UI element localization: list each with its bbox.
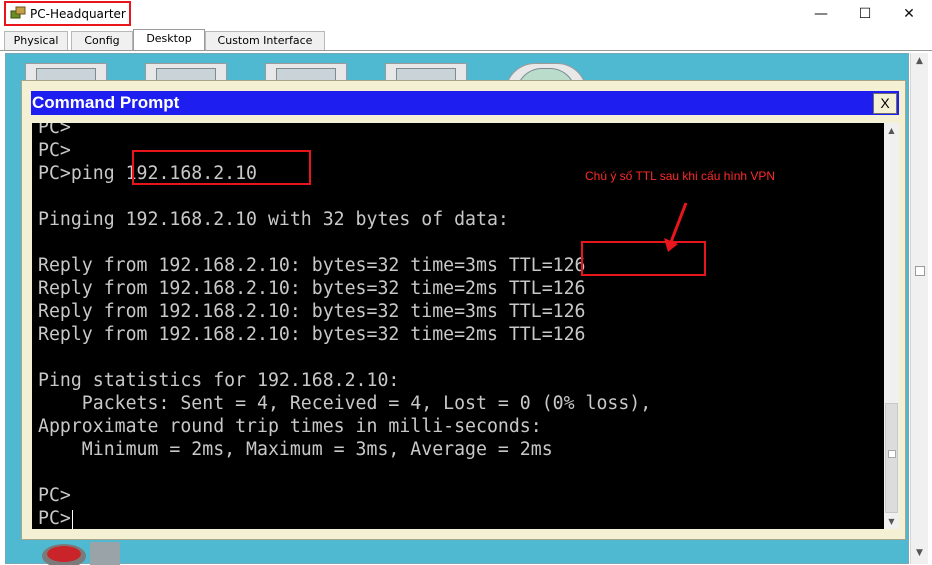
maximize-button[interactable]: ☐: [842, 0, 888, 28]
terminal-line: PC>: [38, 508, 73, 529]
terminal-line: PC>: [38, 140, 71, 161]
tab-desktop[interactable]: Desktop: [133, 29, 205, 51]
terminal-lines: PC> PC> PC>ping 192.168.2.10 Pinging 192.16…: [38, 123, 651, 529]
command-prompt-title: Command Prompt: [32, 93, 180, 112]
scrollbar-thumb[interactable]: [915, 266, 925, 276]
minimize-button[interactable]: —: [798, 0, 844, 28]
window-title-bar: PC-Headquarter — ☐ ✕: [0, 0, 932, 28]
terminal-line: Reply from 192.168.2.10: bytes=32 time=2…: [38, 324, 586, 345]
chevron-up-icon[interactable]: ▲: [911, 53, 928, 70]
terminal-line: Minimum = 2ms, Maximum = 3ms, Average = …: [38, 439, 553, 460]
chevron-up-icon[interactable]: ▲: [884, 123, 899, 138]
terminal-line: Ping statistics for 192.168.2.10:: [38, 370, 400, 391]
command-prompt-title-bar: Command Prompt: [31, 91, 899, 115]
terminal-line: Reply from 192.168.2.10: bytes=32 time=2…: [38, 278, 586, 299]
terminal-scrollbar[interactable]: ▲ ▼: [884, 123, 899, 529]
terminal-line: Approximate round trip times in milli-se…: [38, 416, 542, 437]
minimize-icon: —: [814, 6, 828, 22]
command-prompt-window: Command Prompt X PC> PC> PC>ping 192.168.2…: [21, 80, 906, 540]
command-prompt-close-button[interactable]: X: [873, 93, 897, 114]
title-highlight-box: [4, 1, 131, 26]
close-icon: ✕: [903, 6, 915, 22]
tab-divider: [0, 50, 932, 51]
desktop-scrollbar[interactable]: ▲ ▼: [910, 53, 928, 564]
ip-highlight-box: [132, 150, 311, 185]
terminal-line: PC>: [38, 123, 71, 138]
annotation-note: Chú ý số TTL sau khi cấu hình VPN: [585, 169, 776, 183]
terminal-line: Reply from 192.168.2.10: bytes=32 time=3…: [38, 255, 586, 276]
terminal-line: PC>: [38, 485, 71, 506]
tab-physical[interactable]: Physical: [4, 31, 68, 50]
tab-custom-interface[interactable]: Custom Interface: [205, 31, 325, 50]
terminal-line: PC>ping 192.168.2.10: [38, 163, 257, 184]
terminal-line: Pinging 192.168.2.10 with 32 bytes of da…: [38, 209, 509, 230]
chevron-down-icon[interactable]: ▼: [911, 545, 928, 562]
scrollbar-grip: [888, 450, 896, 458]
close-button[interactable]: ✕: [886, 0, 932, 28]
terminal-line: Packets: Sent = 4, Received = 4, Lost = …: [38, 393, 652, 414]
annotation-arrow-icon: [664, 202, 688, 252]
text-cursor: [71, 509, 73, 529]
tab-config[interactable]: Config: [71, 31, 133, 50]
terminal-line: Reply from 192.168.2.10: bytes=32 time=3…: [38, 301, 586, 322]
chevron-down-icon[interactable]: ▼: [884, 514, 899, 529]
scrollbar-thumb[interactable]: [885, 403, 898, 513]
maximize-icon: ☐: [858, 6, 872, 22]
